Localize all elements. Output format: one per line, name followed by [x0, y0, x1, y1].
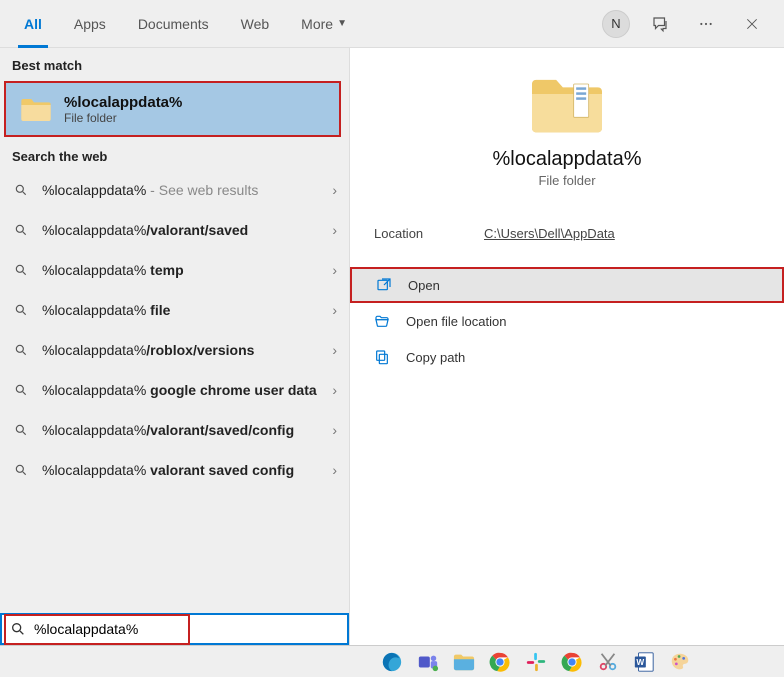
search-icon — [10, 621, 26, 637]
location-label: Location — [374, 226, 484, 241]
web-result-7[interactable]: %localappdata% valorant saved config › — [0, 450, 349, 490]
search-icon — [14, 343, 32, 357]
web-result-text: %localappdata% google chrome user data — [42, 381, 324, 400]
chevron-right-icon[interactable]: › — [324, 422, 337, 438]
web-result-4[interactable]: %localappdata%/roblox/versions › — [0, 330, 349, 370]
action-copy-path-label: Copy path — [406, 350, 465, 365]
best-match-title: %localappdata% — [64, 94, 182, 111]
search-icon — [14, 263, 32, 277]
tab-apps[interactable]: Apps — [58, 0, 122, 48]
action-open-location-label: Open file location — [406, 314, 506, 329]
search-icon — [14, 183, 32, 197]
web-result-text: %localappdata% temp — [42, 261, 324, 280]
web-result-text: %localappdata%/valorant/saved — [42, 221, 324, 240]
best-match-label: Best match — [0, 48, 349, 79]
location-link[interactable]: C:\Users\Dell\AppData — [484, 226, 615, 241]
web-result-text: %localappdata%/roblox/versions — [42, 341, 324, 360]
taskbar-word-icon[interactable]: W — [630, 648, 658, 676]
best-match-result[interactable]: %localappdata% File folder — [4, 81, 341, 137]
taskbar-edge-icon[interactable] — [378, 648, 406, 676]
preview-title: %localappdata% — [493, 148, 642, 171]
search-icon — [14, 423, 32, 437]
search-icon — [14, 223, 32, 237]
tab-all[interactable]: All — [8, 0, 58, 48]
avatar[interactable]: N — [602, 10, 630, 38]
chevron-right-icon[interactable]: › — [324, 342, 337, 358]
close-icon[interactable] — [736, 8, 768, 40]
tab-more[interactable]: More▼ — [285, 0, 363, 48]
search-bar[interactable] — [0, 613, 349, 645]
search-input[interactable] — [34, 621, 339, 637]
taskbar-slack-icon[interactable] — [522, 648, 550, 676]
open-icon — [376, 277, 394, 293]
taskbar-chrome2-icon[interactable] — [558, 648, 586, 676]
best-match-subtitle: File folder — [64, 111, 182, 125]
feedback-icon[interactable] — [644, 8, 676, 40]
web-result-text: %localappdata%/valorant/saved/config — [42, 421, 324, 440]
tab-web[interactable]: Web — [225, 0, 286, 48]
action-open-label: Open — [408, 278, 440, 293]
folder-open-icon — [374, 313, 392, 329]
action-copy-path[interactable]: Copy path — [350, 339, 784, 375]
chevron-right-icon[interactable]: › — [324, 182, 337, 198]
chevron-right-icon[interactable]: › — [324, 222, 337, 238]
taskbar-teams-icon[interactable] — [414, 648, 442, 676]
taskbar: W — [0, 645, 784, 677]
web-result-text: %localappdata% valorant saved config — [42, 461, 324, 480]
results-pane: Best match %localappdata% File folder Se… — [0, 48, 350, 645]
chevron-right-icon[interactable]: › — [324, 302, 337, 318]
tab-documents[interactable]: Documents — [122, 0, 225, 48]
folder-icon — [20, 95, 52, 123]
search-icon — [14, 303, 32, 317]
copy-icon — [374, 349, 392, 365]
web-result-5[interactable]: %localappdata% google chrome user data › — [0, 370, 349, 410]
taskbar-snip-icon[interactable] — [594, 648, 622, 676]
taskbar-explorer-icon[interactable] — [450, 648, 478, 676]
action-open[interactable]: Open — [350, 267, 784, 303]
search-icon — [14, 383, 32, 397]
svg-text:W: W — [636, 657, 644, 666]
chevron-down-icon: ▼ — [337, 18, 347, 29]
preview-pane: %localappdata% File folder Location C:\U… — [350, 48, 784, 645]
web-result-0[interactable]: %localappdata% - See web results › — [0, 170, 349, 210]
chevron-right-icon[interactable]: › — [324, 382, 337, 398]
chevron-right-icon[interactable]: › — [324, 262, 337, 278]
tabs-bar: All Apps Documents Web More▼ N — [0, 0, 784, 48]
search-icon — [14, 463, 32, 477]
web-result-text: %localappdata% - See web results — [42, 181, 324, 200]
web-result-6[interactable]: %localappdata%/valorant/saved/config › — [0, 410, 349, 450]
folder-large-icon — [527, 72, 607, 136]
web-result-3[interactable]: %localappdata% file › — [0, 290, 349, 330]
taskbar-chrome-icon[interactable] — [486, 648, 514, 676]
search-web-label: Search the web — [0, 139, 349, 170]
web-result-1[interactable]: %localappdata%/valorant/saved › — [0, 210, 349, 250]
web-result-text: %localappdata% file — [42, 301, 324, 320]
web-result-2[interactable]: %localappdata% temp › — [0, 250, 349, 290]
more-icon[interactable] — [690, 8, 722, 40]
action-open-location[interactable]: Open file location — [350, 303, 784, 339]
preview-subtitle: File folder — [538, 173, 595, 188]
taskbar-paint-icon[interactable] — [666, 648, 694, 676]
chevron-right-icon[interactable]: › — [324, 462, 337, 478]
